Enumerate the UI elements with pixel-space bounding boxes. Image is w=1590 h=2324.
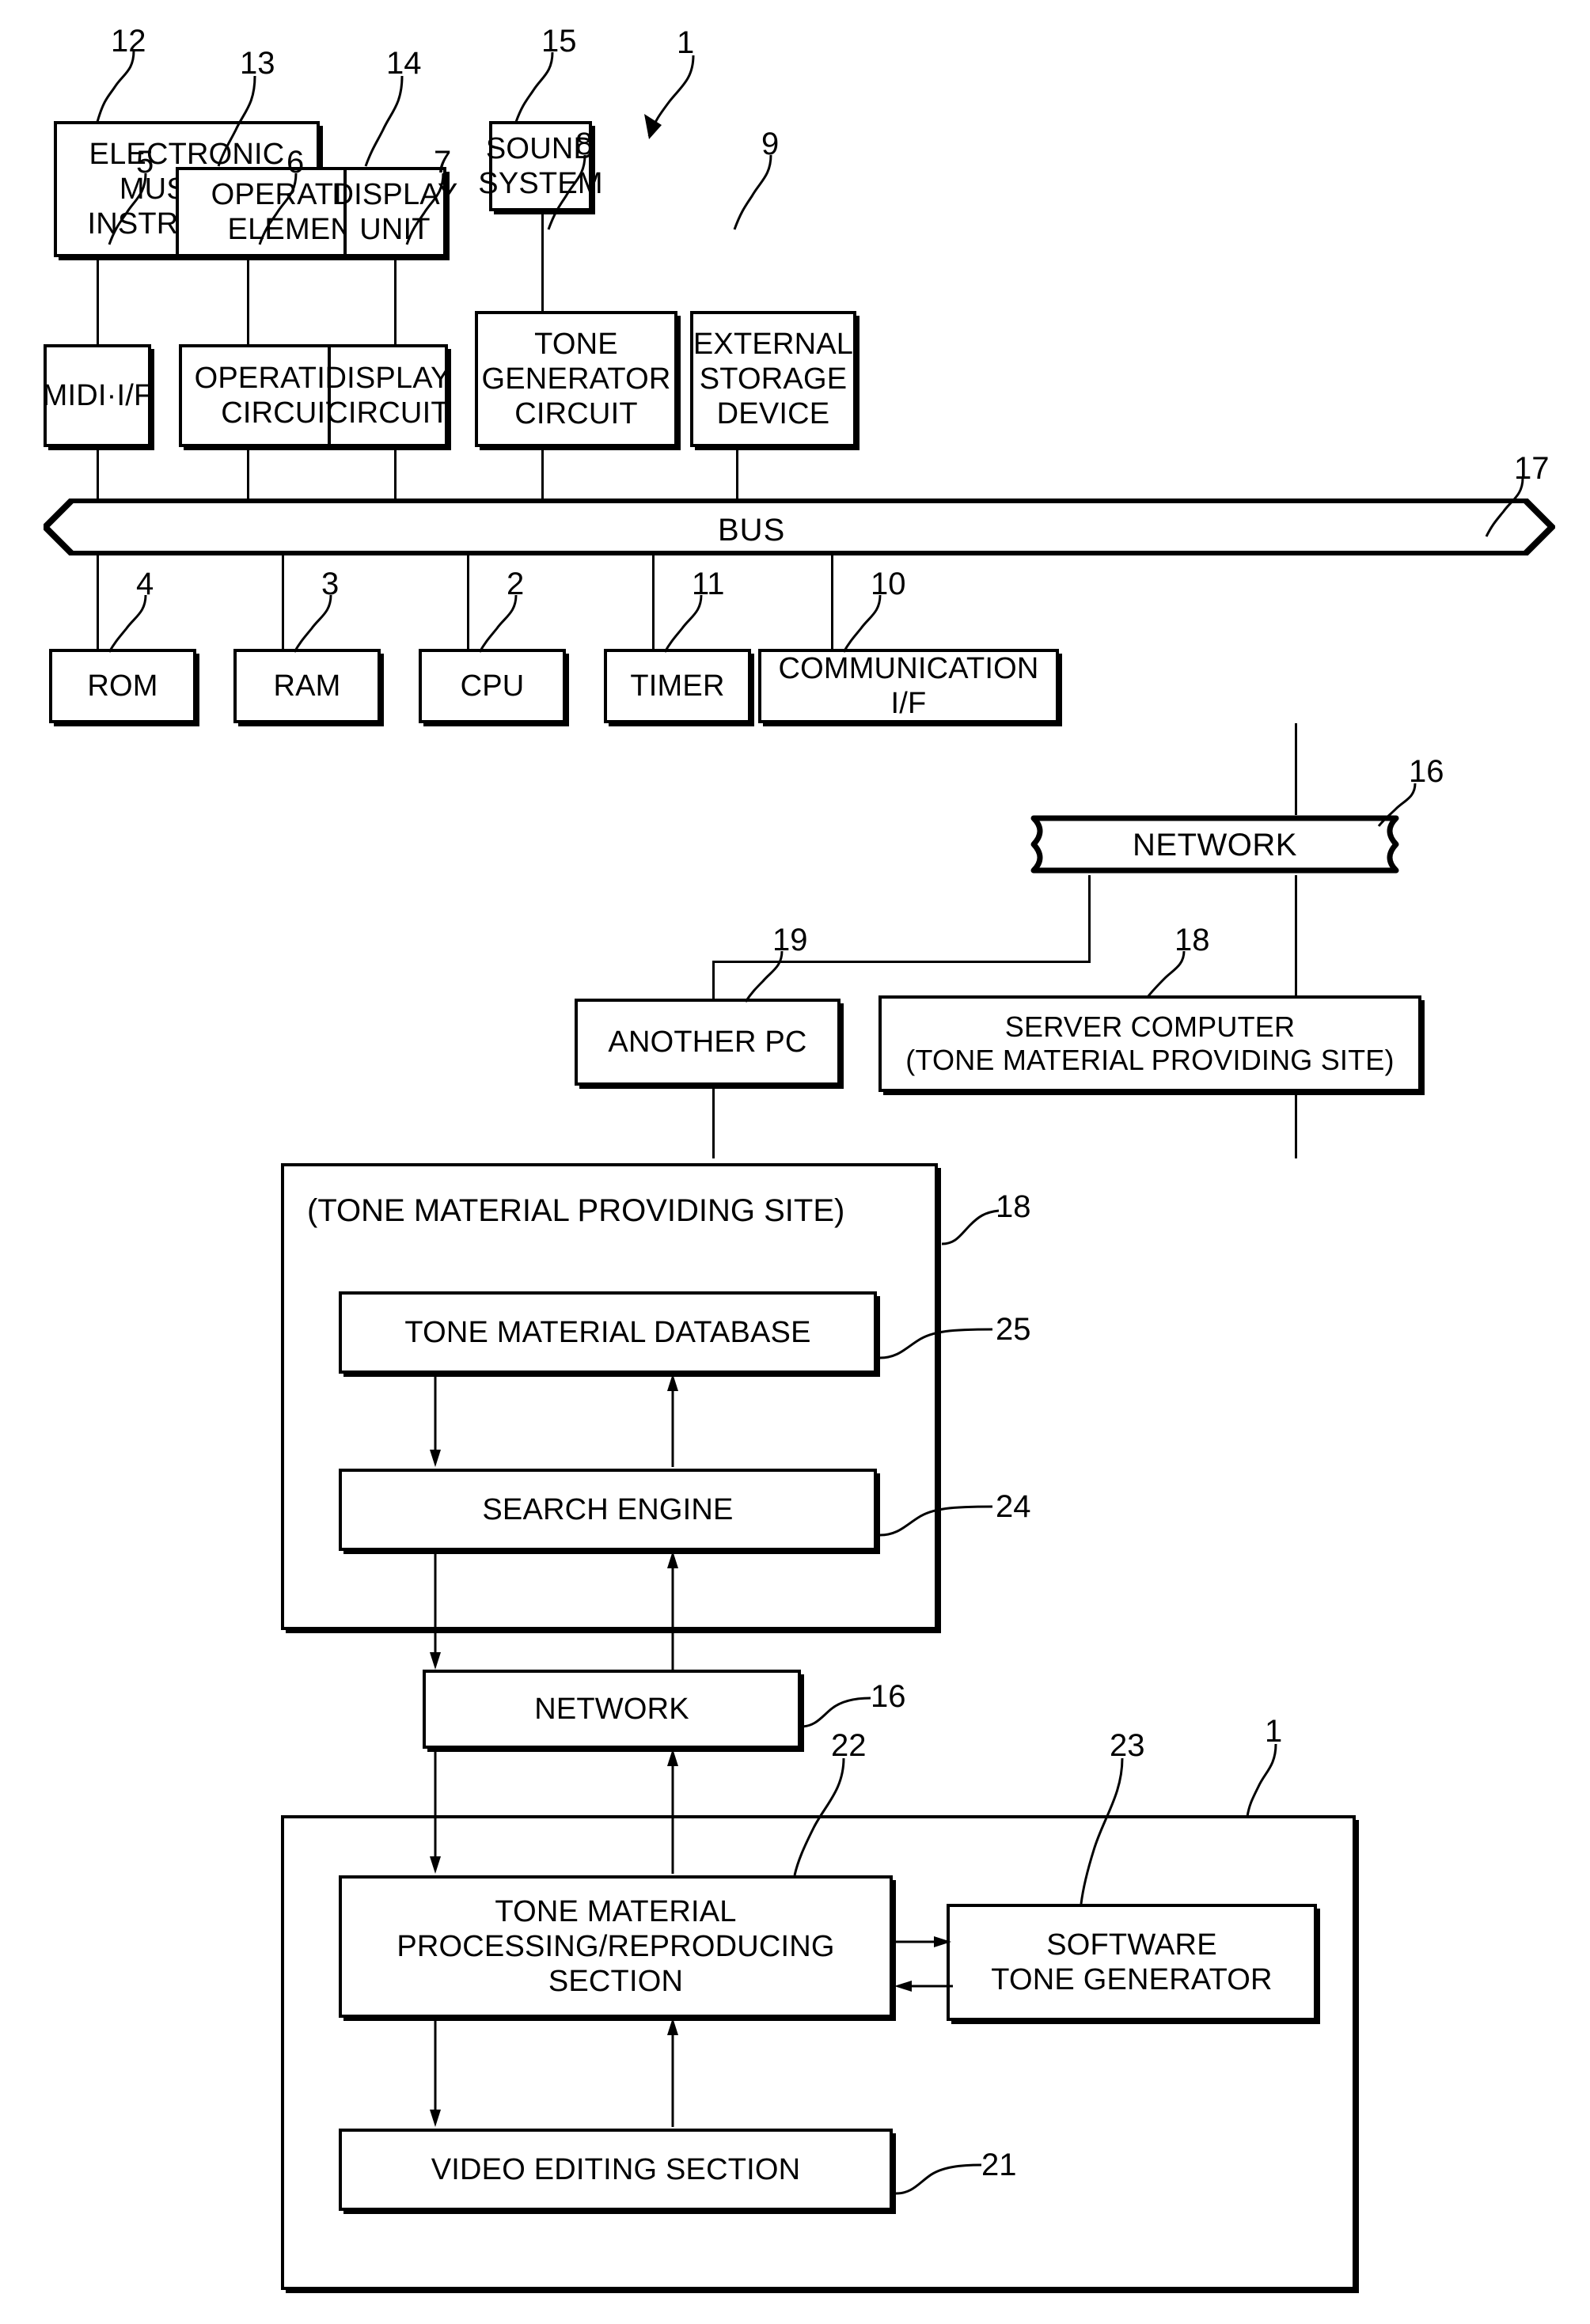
- block-label: DISPLAY UNIT: [332, 177, 458, 246]
- ref-numeral-23: 23: [1110, 1728, 1145, 1763]
- block-label: VIDEO EDITING SECTION: [431, 2152, 801, 2186]
- block-display-unit: DISPLAY UNIT: [332, 167, 457, 257]
- block-label: RAM: [273, 669, 341, 703]
- block-label: TONE MATERIAL DATABASE: [404, 1315, 811, 1349]
- connector-bus-to-timer: [652, 554, 655, 649]
- bus-bar: [44, 499, 1555, 555]
- ref-numeral-9: 9: [761, 127, 780, 161]
- leader-line-15: [514, 51, 554, 123]
- block-label: MIDI·I/F: [42, 378, 153, 412]
- block-search-engine: SEARCH ENGINE: [339, 1469, 877, 1551]
- connector-display-circuit-to-bus: [394, 447, 397, 502]
- ref-numeral-14: 14: [386, 46, 422, 81]
- block-label: DISPLAY CIRCUIT: [324, 361, 451, 430]
- ref-numeral-4: 4: [136, 567, 154, 601]
- block-tone-generator-circuit: TONE GENERATOR CIRCUIT: [475, 311, 677, 447]
- ref-numeral-1-client: 1: [1265, 1714, 1283, 1749]
- connector-operating-element-to-circuit: [247, 257, 249, 344]
- block-label: EXTERNAL STORAGE DEVICE: [693, 327, 854, 431]
- ref-numeral-25: 25: [996, 1312, 1031, 1347]
- connector-bus-to-ram: [282, 554, 284, 649]
- ref-numeral-6: 6: [287, 145, 305, 180]
- connector-bus-to-cpu: [467, 554, 469, 649]
- ref-numeral-1-system: 1: [677, 25, 695, 60]
- container-tone-material-providing-site: [281, 1163, 938, 1630]
- ref-numeral-21: 21: [981, 2148, 1017, 2182]
- leader-line-14: [364, 75, 404, 167]
- block-another-pc: ANOTHER PC: [575, 999, 841, 1086]
- block-ram: RAM: [233, 649, 381, 723]
- block-rom: ROM: [49, 649, 196, 723]
- block-label: SEARCH ENGINE: [482, 1492, 734, 1526]
- ref-numeral-11: 11: [692, 567, 725, 601]
- block-label: SERVER COMPUTER (TONE MATERIAL PROVIDING…: [905, 1010, 1395, 1076]
- block-communication-interface: COMMUNICATION I/F: [758, 649, 1059, 723]
- ref-numeral-2: 2: [507, 567, 525, 601]
- connector-bus-to-rom: [97, 554, 99, 649]
- block-label: COMMUNICATION I/F: [778, 651, 1039, 720]
- block-label: TONE GENERATOR CIRCUIT: [481, 327, 671, 431]
- block-video-editing-section: VIDEO EDITING SECTION: [339, 2129, 893, 2211]
- block-display-circuit: DISPLAY CIRCUIT: [324, 344, 450, 447]
- leader-line-3: [293, 594, 332, 653]
- connector-network-to-branch: [1088, 875, 1091, 962]
- block-server-computer: SERVER COMPUTER (TONE MATERIAL PROVIDING…: [878, 995, 1421, 1092]
- connector-midi-to-bus: [97, 447, 99, 502]
- connector-bus-to-communication-if: [831, 554, 833, 649]
- ref-numeral-12: 12: [111, 24, 146, 59]
- ref-numeral-16-lower: 16: [871, 1679, 906, 1714]
- ref-numeral-24: 24: [996, 1489, 1031, 1524]
- ref-numeral-15: 15: [541, 24, 577, 59]
- ref-numeral-13: 13: [240, 46, 275, 81]
- connector-operating-circuit-to-bus: [247, 447, 249, 502]
- connector-emi-to-midi: [97, 257, 99, 344]
- patent-figure-sheet: ELECTRONIC MUSICAL INSTRUMENT 12 OPERATI…: [0, 0, 1590, 2324]
- connector-sound-system-to-tone-gen: [541, 211, 544, 311]
- network-label: NETWORK: [1133, 828, 1297, 862]
- leader-line-1-client: [1246, 1743, 1277, 1818]
- block-label: TIMER: [630, 669, 725, 703]
- ref-numeral-18-site: 18: [996, 1189, 1031, 1224]
- leader-line-10: [842, 594, 882, 653]
- ref-numeral-7: 7: [434, 145, 452, 180]
- block-midi-interface: MIDI·I/F: [42, 344, 153, 447]
- connector-communication-if-to-network: [1295, 723, 1297, 815]
- block-label: TONE MATERIAL PROCESSING/REPRODUCING SEC…: [397, 1894, 835, 1999]
- block-network-lower: NETWORK: [423, 1670, 801, 1749]
- site-title: (TONE MATERIAL PROVIDING SITE): [307, 1193, 845, 1228]
- leader-line-2: [478, 594, 518, 653]
- ref-numeral-16-top: 16: [1409, 754, 1444, 789]
- connector-display-unit-to-circuit: [394, 257, 397, 344]
- block-tone-material-database: TONE MATERIAL DATABASE: [339, 1291, 877, 1374]
- ref-numeral-8: 8: [575, 127, 594, 161]
- connector-ext-storage-to-bus: [736, 447, 738, 502]
- block-tone-material-processing-reproducing-section: TONE MATERIAL PROCESSING/REPRODUCING SEC…: [339, 1875, 893, 2018]
- block-label: ANOTHER PC: [608, 1025, 807, 1059]
- connector-tone-gen-to-bus: [541, 447, 544, 502]
- ref-numeral-3: 3: [321, 567, 340, 601]
- ref-numeral-10: 10: [871, 567, 906, 601]
- block-external-storage-device: EXTERNAL STORAGE DEVICE: [690, 311, 856, 447]
- ref-numeral-22: 22: [831, 1728, 867, 1763]
- bus-label: BUS: [718, 513, 786, 548]
- block-software-tone-generator: SOFTWARE TONE GENERATOR: [947, 1904, 1317, 2021]
- leader-line-12: [96, 50, 135, 123]
- block-cpu: CPU: [419, 649, 566, 723]
- block-label: CPU: [460, 669, 525, 703]
- ref-numeral-18-top: 18: [1174, 923, 1210, 957]
- block-timer: TIMER: [604, 649, 751, 723]
- ref-numeral-19: 19: [772, 923, 808, 957]
- ref-numeral-17: 17: [1514, 451, 1550, 486]
- connector-branch-horizontal: [712, 961, 1091, 963]
- leader-line-9: [733, 154, 772, 230]
- block-label: NETWORK: [534, 1692, 689, 1726]
- block-label: ROM: [87, 669, 158, 703]
- leader-line-4: [108, 594, 147, 653]
- ref-numeral-5: 5: [136, 145, 154, 180]
- block-label: SOFTWARE TONE GENERATOR: [991, 1928, 1273, 1996]
- leader-arrow-1-system: [644, 55, 695, 139]
- leader-line-11: [663, 594, 703, 653]
